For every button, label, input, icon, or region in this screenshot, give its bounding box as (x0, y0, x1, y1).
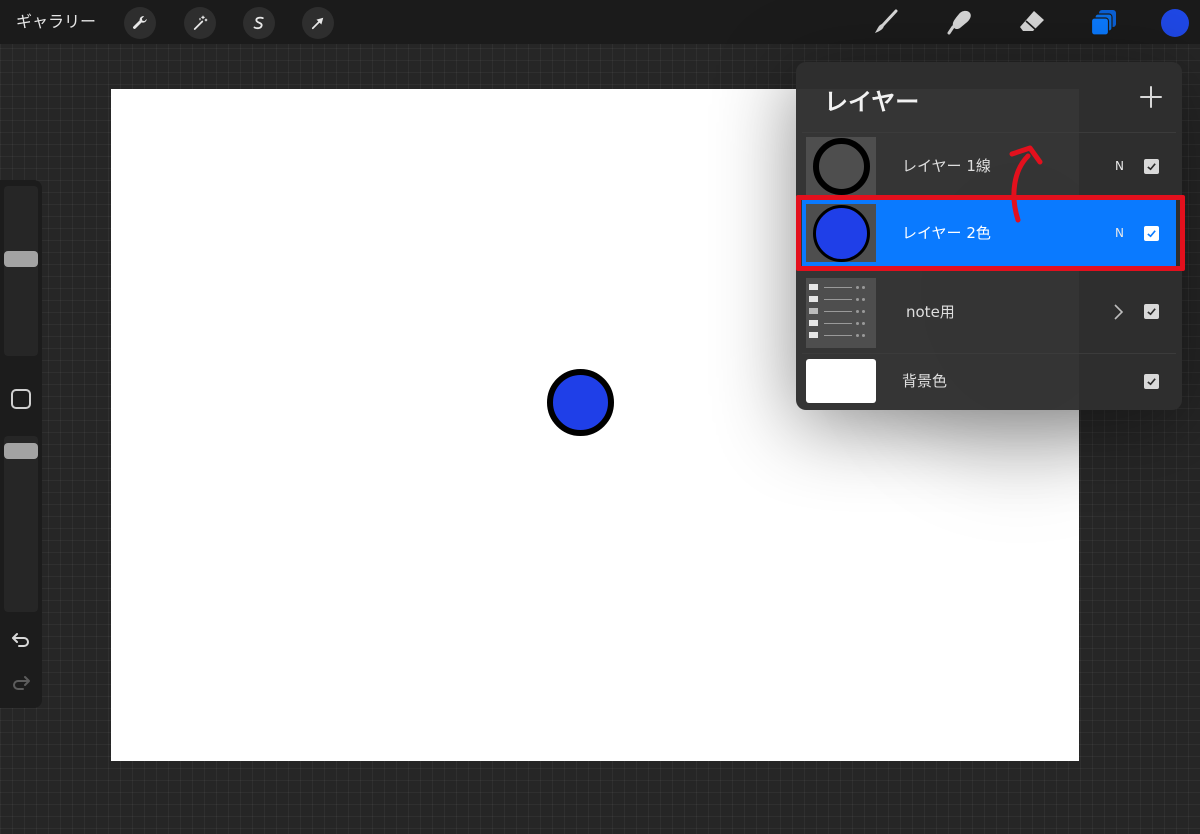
checkmark-icon (1147, 230, 1156, 238)
group-thumbnail (806, 278, 876, 348)
visibility-checkbox[interactable] (1144, 374, 1159, 389)
transform-arrow-icon (311, 17, 324, 30)
chevron-right-icon[interactable] (1112, 303, 1124, 321)
eraser-icon (1020, 11, 1044, 31)
brush-size-slider-handle[interactable] (4, 251, 38, 267)
actions-button[interactable] (124, 7, 156, 39)
brush-size-slider[interactable] (4, 186, 38, 356)
selection-s-icon (253, 16, 264, 30)
blend-mode-button[interactable]: N (1115, 133, 1124, 199)
modify-button[interactable] (11, 389, 31, 409)
transform-button[interactable] (302, 7, 334, 39)
blue-circle-drawing (547, 369, 614, 436)
visibility-checkbox[interactable] (1144, 226, 1159, 241)
checkmark-icon (1147, 163, 1156, 171)
layers-panel-title: レイヤー (824, 88, 920, 116)
color-picker-button[interactable] (1161, 9, 1189, 37)
layers-tool-button[interactable] (1088, 6, 1120, 38)
wrench-icon (133, 16, 147, 29)
checkmark-icon (1147, 378, 1156, 386)
layer-thumbnail (806, 137, 876, 195)
opacity-slider-handle[interactable] (4, 443, 38, 459)
redo-icon[interactable] (10, 671, 32, 693)
visibility-checkbox[interactable] (1144, 304, 1159, 319)
top-toolbar: ギャラリー (0, 0, 1200, 44)
layer-name: レイヤー 1線 (902, 157, 991, 175)
layer-name: 背景色 (902, 372, 948, 390)
smudge-icon (947, 10, 971, 35)
layer-group-note[interactable]: note用 (802, 276, 1176, 348)
selection-button[interactable] (243, 7, 275, 39)
plus-icon[interactable] (1136, 82, 1166, 112)
opacity-slider[interactable] (4, 436, 38, 612)
background-color-swatch (806, 359, 876, 403)
undo-icon[interactable] (10, 628, 32, 650)
layer-thumbnail (806, 204, 876, 262)
smudge-tool-button[interactable] (944, 6, 976, 38)
layer-name: note用 (906, 303, 955, 321)
layer-row-layer1[interactable]: レイヤー 1線 N (802, 132, 1176, 200)
brush-tool-button[interactable] (870, 6, 902, 38)
layers-panel: レイヤー レイヤー 1線 N レイヤー 2色 N note用 背景色 (796, 62, 1182, 410)
brush-icon (875, 9, 898, 33)
layer-name: レイヤー 2色 (902, 224, 991, 242)
magic-wand-icon (193, 15, 208, 30)
blend-mode-button[interactable]: N (1115, 200, 1124, 266)
layer-row-background[interactable]: 背景色 (802, 353, 1176, 410)
eraser-tool-button[interactable] (1016, 6, 1048, 38)
layers-icon (1090, 10, 1116, 36)
gallery-button[interactable]: ギャラリー (16, 10, 96, 34)
left-sidebar (0, 180, 42, 708)
adjustments-button[interactable] (184, 7, 216, 39)
checkmark-icon (1147, 308, 1156, 316)
visibility-checkbox[interactable] (1144, 159, 1159, 174)
layer-row-layer2-selected[interactable]: レイヤー 2色 N (802, 200, 1176, 268)
